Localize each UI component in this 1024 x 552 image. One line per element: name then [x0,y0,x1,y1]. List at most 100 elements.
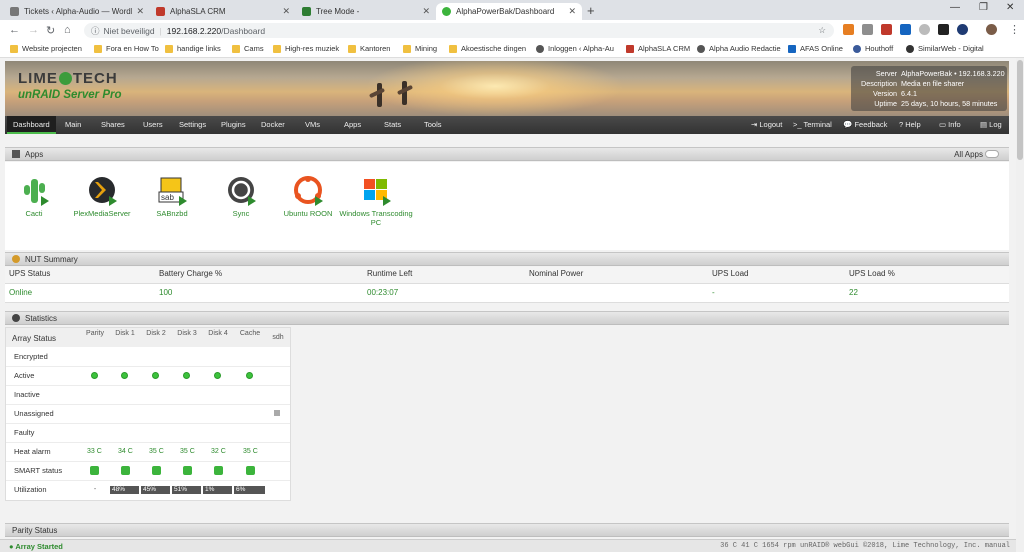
extension-icon[interactable] [900,24,911,35]
new-tab-icon[interactable]: + [587,3,595,18]
close-tab-icon[interactable]: ✕ [422,6,430,17]
smart-ok-icon[interactable] [121,466,130,475]
menu-shares[interactable]: Shares [95,116,131,134]
bookmark-folder[interactable]: Website projecten [10,44,82,53]
smart-ok-icon[interactable] [246,466,255,475]
bookmark-link[interactable]: SimilarWeb - Digital [906,44,984,53]
menu-docker[interactable]: Docker [255,116,291,134]
ubuntu-icon [293,176,323,206]
browser-menu-icon[interactable]: ⋮ [1009,23,1020,36]
folder-icon [403,44,411,53]
bookmark-folder[interactable]: Fora en How To [94,44,159,53]
menu-apps[interactable]: Apps [338,116,367,134]
info-button[interactable]: ▭ Info [933,116,967,134]
bookmark-folder[interactable]: Akoestische dingen [449,44,526,53]
bookmark-folder[interactable]: Mining [403,44,437,53]
nut-value: 00:23:07 [367,288,399,297]
back-icon[interactable]: ← [9,24,20,36]
windows-icon [361,176,391,206]
bookmark-link[interactable]: AFAS Online [788,44,843,53]
reload-icon[interactable]: ↻ [46,24,55,37]
col-array-status: Array Status [12,334,57,343]
menu-vms[interactable]: VMs [299,116,326,134]
close-tab-icon[interactable]: ✕ [568,6,576,17]
active-status-icon [246,372,253,379]
header-banner: LIME TECH unRAID Server Pro Server AlphaPo… [5,61,1009,117]
smart-ok-icon[interactable] [214,466,223,475]
browser-tab[interactable]: AlphaSLA CRM ✕ [150,3,296,20]
browser-tab-active[interactable]: AlphaPowerBak/Dashboard ✕ [436,3,582,20]
extension-icon[interactable] [938,24,949,35]
scrollbar-thumb[interactable] [1017,60,1023,160]
apps-section-header: Apps All Apps [5,147,1009,161]
active-status-icon [91,372,98,379]
svg-text:sab: sab [161,193,174,202]
folder-icon [94,44,102,53]
col-disk3: Disk 3 [177,330,197,337]
folder-icon [165,44,173,53]
app-windows-transcoding[interactable]: Windows Transcoding PC [336,176,416,227]
nut-header: Nominal Power [529,269,584,278]
server-info-row: Uptime 25 days, 10 hours, 58 minutes [874,99,998,108]
col-disk1: Disk 1 [115,330,135,337]
utilization-bar: 51% [172,486,201,494]
browser-tab[interactable]: Tickets ‹ Alpha-Audio — WordPr ✕ [4,3,150,20]
smart-ok-icon[interactable] [183,466,192,475]
extension-icon[interactable] [919,24,930,35]
server-info-row: Version 6.4.1 [873,89,917,98]
app-plex[interactable]: PlexMediaServer [62,176,142,218]
bookmark-folder[interactable]: Kantoren [348,44,390,53]
unraid-icon [442,7,451,16]
extension-icon[interactable] [957,24,968,35]
avatar[interactable] [986,24,997,35]
extension-icon[interactable] [862,24,873,35]
close-tab-icon[interactable]: ✕ [136,6,144,17]
home-icon[interactable]: ⌂ [64,24,71,36]
all-apps-toggle[interactable] [985,150,999,158]
utilization-bar: 1% [203,486,232,494]
extension-icon[interactable] [843,24,854,35]
menu-plugins[interactable]: Plugins [215,116,252,134]
feedback-button[interactable]: 💬 Feedback [837,116,893,134]
menu-main[interactable]: Main [59,116,87,134]
close-window-icon[interactable]: ✕ [1006,2,1014,13]
restore-icon[interactable]: ❐ [979,2,988,13]
active-status-icon [152,372,159,379]
close-tab-icon[interactable]: ✕ [282,6,290,17]
heat-value: 35 C [180,448,195,455]
menu-stats[interactable]: Stats [378,116,407,134]
row-label: Inactive [14,390,40,399]
forward-icon[interactable]: → [28,24,39,36]
terminal-button[interactable]: >_ Terminal [787,116,838,134]
col-sdh: sdh [272,334,284,341]
bookmark-link[interactable]: AlphaSLA CRM [626,44,690,53]
menu-dashboard[interactable]: Dashboard [7,116,56,134]
menu-users[interactable]: Users [137,116,169,134]
bookmark-star-icon[interactable]: ☆ [818,25,826,36]
browser-tab[interactable]: Tree Mode - ✕ [296,3,436,20]
bookmark-link[interactable]: Alpha Audio Redactie [697,44,781,53]
app-sabnzbd[interactable]: sab SABnzbd [132,176,212,218]
page-scrollbar[interactable] [1016,58,1024,552]
menu-settings[interactable]: Settings [173,116,212,134]
info-icon[interactable]: ⓘ [91,25,100,37]
smart-ok-icon[interactable] [90,466,99,475]
help-button[interactable]: ? Help [893,116,927,134]
nut-icon [12,255,20,263]
bookmark-folder[interactable]: Cams [232,44,264,53]
smart-ok-icon[interactable] [152,466,161,475]
log-button[interactable]: ▤ Log [974,116,1008,134]
minimize-icon[interactable]: — [950,2,960,13]
bookmark-folder[interactable]: handige links [165,44,221,53]
bookmark-link[interactable]: Houthoff [853,44,893,53]
logout-button[interactable]: ⇥ Logout [745,116,788,134]
bookmark-link[interactable]: Inloggen ‹ Alpha-Au [536,44,614,53]
row-label: Unassigned [14,409,54,418]
nut-value: - [712,288,715,297]
menu-tools[interactable]: Tools [418,116,448,134]
address-input[interactable]: ⓘ Niet beveiligd | 192.168.2.220/Dashboa… [84,23,834,38]
extension-icon[interactable] [881,24,892,35]
plex-icon [87,176,117,206]
row-label: Encrypted [14,352,48,361]
bookmark-folder[interactable]: High-res muziek [273,44,339,53]
